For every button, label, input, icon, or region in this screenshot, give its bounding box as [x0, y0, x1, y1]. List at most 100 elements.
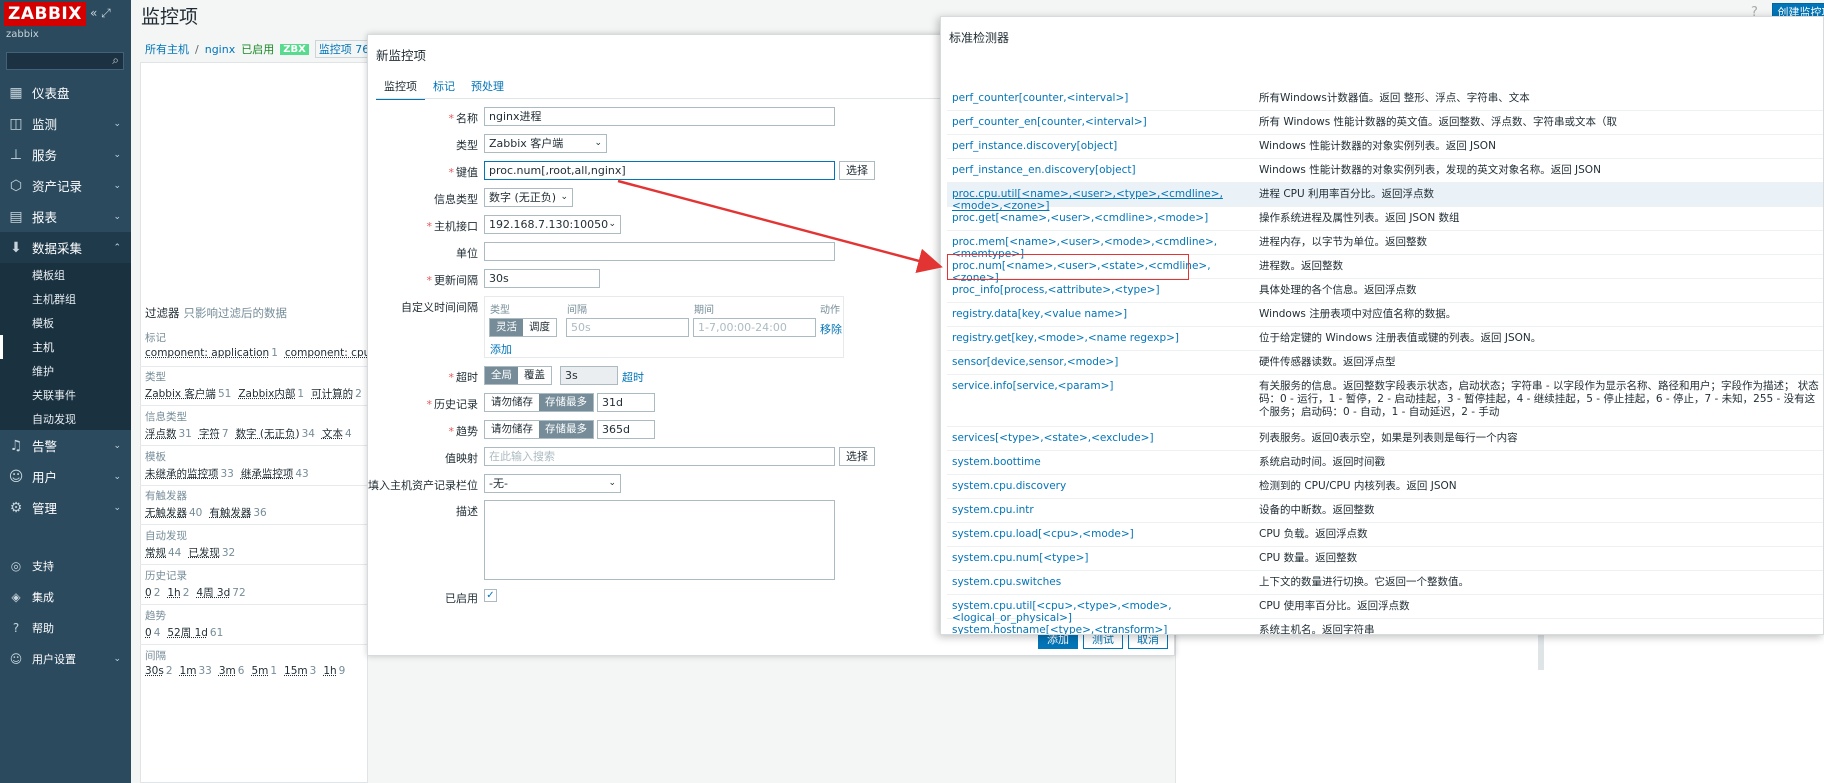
check-key-link[interactable]: perf_instance.discovery[object] — [952, 140, 1252, 152]
description-textarea[interactable] — [484, 500, 835, 580]
checks-row[interactable]: perf_counter[counter,<interval>] 所有Window… — [947, 87, 1823, 111]
menu-reports[interactable]: ▤ 报表 ⌄ — [0, 201, 131, 232]
checks-row[interactable]: system.cpu.load[<cpu>,<mode>] CPU 负载。返回浮点… — [947, 523, 1823, 547]
remove-link[interactable]: 移除 — [820, 321, 842, 337]
check-key-link[interactable]: services[<type>,<state>,<exclude>] — [952, 432, 1252, 444]
search-icon[interactable]: ⌕ — [112, 53, 119, 68]
interval-input[interactable]: 30s — [484, 269, 600, 288]
checks-row[interactable]: service.info[service,<param>] 有关服务的信息。返回整… — [947, 375, 1823, 427]
breadcrumb-all-hosts[interactable]: 所有主机 — [145, 41, 189, 57]
menu-inventory[interactable]: ⬡ 资产记录 ⌄ — [0, 170, 131, 201]
filter-value[interactable]: 3m 6 — [219, 665, 245, 677]
filter-value[interactable]: 02 — [145, 587, 160, 599]
check-key-link[interactable]: perf_counter[counter,<interval>] — [952, 92, 1252, 104]
check-key-link[interactable]: system.cpu.load[<cpu>,<mode>] — [952, 528, 1252, 540]
check-key-link[interactable]: system.cpu.switches — [952, 576, 1252, 588]
key-select-button[interactable]: 选择 — [839, 161, 875, 180]
tab-tags[interactable]: 标记 — [425, 78, 463, 100]
filter-value[interactable]: 04 — [145, 627, 160, 639]
checks-row[interactable]: system.hostname[<type>,<transform>] 系统主机名… — [947, 619, 1823, 634]
check-key-link[interactable]: registry.get[key,<mode>,<name regexp>] — [952, 332, 1252, 344]
check-key-link[interactable]: system.cpu.intr — [952, 504, 1252, 516]
trends-store-option[interactable]: 存储最多 — [539, 421, 593, 438]
filter-value[interactable]: 数字 (无正负) 34 — [236, 428, 315, 440]
filter-value[interactable]: 30s 2 — [145, 665, 173, 677]
filter-value[interactable]: component: application 1 — [145, 347, 278, 359]
history-toggle[interactable]: 请勿储存 存储最多 — [484, 393, 594, 412]
filter-value[interactable]: Zabbix内部 1 — [238, 388, 304, 400]
filter-value[interactable]: 已发现 32 — [188, 547, 235, 559]
filter-value[interactable]: 常规 44 — [145, 547, 181, 559]
check-key-link[interactable]: proc_info[process,<attribute>,<type>] — [952, 284, 1252, 296]
sidebar-search-input[interactable]: ⌕ — [6, 52, 124, 70]
check-key-link[interactable]: registry.data[key,<value name>] — [952, 308, 1252, 320]
key-input[interactable]: proc.num[,root,all,nginx] — [484, 161, 835, 180]
flexible-option[interactable]: 灵活 — [490, 319, 523, 336]
submenu-hosts[interactable]: 主机 — [0, 335, 131, 359]
filter-value[interactable]: 未继承的监控项 33 — [145, 468, 234, 480]
timeout-toggle[interactable]: 全局 覆盖 — [484, 366, 552, 385]
checks-row[interactable]: proc.cpu.util[<name>,<user>,<type>,<cmdl… — [947, 183, 1823, 212]
menu-users[interactable]: ☺ 用户 ⌄ — [0, 461, 131, 492]
checks-row[interactable]: registry.data[key,<value name>] Windows 注… — [947, 303, 1823, 327]
checks-row[interactable]: system.cpu.util[<cpu>,<type>,<mode>,<log… — [947, 595, 1823, 624]
add-interval-link[interactable]: 添加 — [490, 341, 512, 357]
sidebar-controls[interactable]: « ⤢ — [90, 6, 111, 21]
menu-help[interactable]: ? 帮助 — [0, 614, 131, 642]
trends-no-store-option[interactable]: 请勿储存 — [485, 421, 539, 438]
filter-value[interactable]: Zabbix 客户端 51 — [145, 388, 231, 400]
timeout-link[interactable]: 超时 — [622, 369, 644, 385]
kiosk-icon[interactable]: ⤢ — [101, 6, 111, 20]
check-key-link[interactable]: perf_instance_en.discovery[object] — [952, 164, 1252, 176]
check-key-link[interactable]: system.cpu.discovery — [952, 480, 1252, 492]
custom-period-input[interactable]: 1-7,00:00-24:00 — [693, 318, 816, 337]
menu-administration[interactable]: ⚙ 管理 ⌄ — [0, 492, 131, 523]
menu-data-collection[interactable]: ⬇ 数据采集 ⌃ — [0, 232, 131, 263]
interface-select[interactable]: 192.168.7.130:10050 ⌄ — [484, 215, 621, 234]
filter-value[interactable]: 文本 4 — [322, 428, 352, 440]
submenu-templates[interactable]: 模板 — [0, 311, 131, 335]
units-input[interactable] — [484, 242, 835, 261]
valuemap-select-button[interactable]: 选择 — [839, 447, 875, 466]
checks-row[interactable]: system.cpu.num[<type>] CPU 数量。返回整数 — [947, 547, 1823, 571]
checks-row[interactable]: perf_instance.discovery[object] Windows 性… — [947, 135, 1823, 159]
menu-alerts[interactable]: ♫ 告警 ⌄ — [0, 430, 131, 461]
checks-row[interactable]: proc_info[process,<attribute>,<type>] 具体处… — [947, 279, 1823, 303]
timeout-global-option[interactable]: 全局 — [485, 367, 518, 384]
check-key-link[interactable]: sensor[device,sensor,<mode>] — [952, 356, 1252, 368]
menu-dashboard[interactable]: ▦ 仪表盘 — [0, 77, 131, 108]
trends-toggle[interactable]: 请勿储存 存储最多 — [484, 420, 594, 439]
checks-row[interactable]: proc.get[<name>,<user>,<cmdline>,<mode>]… — [947, 207, 1823, 231]
checks-row[interactable]: registry.get[key,<mode>,<name regexp>] 位于… — [947, 327, 1823, 351]
filter-value[interactable]: 字符 7 — [199, 428, 229, 440]
check-key-link[interactable]: system.hostname[<type>,<transform>] — [952, 624, 1252, 634]
info-type-select[interactable]: 数字 (无正负) ⌄ — [484, 188, 573, 207]
filter-value[interactable]: 浮点数 31 — [145, 428, 192, 440]
filter-value[interactable]: 有触发器 36 — [209, 507, 266, 519]
submenu-event-correlation[interactable]: 关联事件 — [0, 383, 131, 407]
filter-value[interactable]: 1h 2 — [167, 587, 189, 599]
breadcrumb-host[interactable]: nginx — [205, 43, 236, 56]
timeout-override-option[interactable]: 覆盖 — [518, 367, 551, 384]
tab-item[interactable]: 监控项 — [376, 78, 425, 100]
filter-value[interactable]: 无触发器 40 — [145, 507, 202, 519]
checks-row[interactable]: proc.mem[<name>,<user>,<mode>,<cmdline>,… — [947, 231, 1823, 260]
inventory-select[interactable]: -无- ⌄ — [484, 474, 621, 493]
menu-user-settings[interactable]: ☺ 用户设置 ⌄ — [0, 645, 131, 673]
valuemap-input[interactable]: 在此输入搜索 — [484, 447, 835, 466]
host-status[interactable]: 已启用 — [241, 41, 274, 57]
history-input[interactable]: 31d — [597, 393, 655, 412]
filter-value[interactable]: 4周 3d 72 — [196, 587, 245, 599]
submenu-template-groups[interactable]: 模板组 — [0, 263, 131, 287]
checks-row[interactable]: sensor[device,sensor,<mode>] 硬件传感器读数。返回浮点… — [947, 351, 1823, 375]
zabbix-logo[interactable]: ZABBIX — [4, 2, 86, 26]
menu-services[interactable]: ⊥ 服务 ⌄ — [0, 139, 131, 170]
enabled-checkbox[interactable]: ✓ — [484, 589, 497, 602]
name-input[interactable]: nginx进程 — [484, 107, 835, 126]
history-store-option[interactable]: 存储最多 — [539, 394, 593, 411]
filter-value[interactable]: 1m 33 — [180, 665, 212, 677]
menu-monitoring[interactable]: ◫ 监测 ⌄ — [0, 108, 131, 139]
collapse-icon[interactable]: « — [90, 6, 97, 20]
timeout-input[interactable]: 3s — [560, 366, 618, 385]
filter-value[interactable]: 5m 1 — [251, 665, 277, 677]
